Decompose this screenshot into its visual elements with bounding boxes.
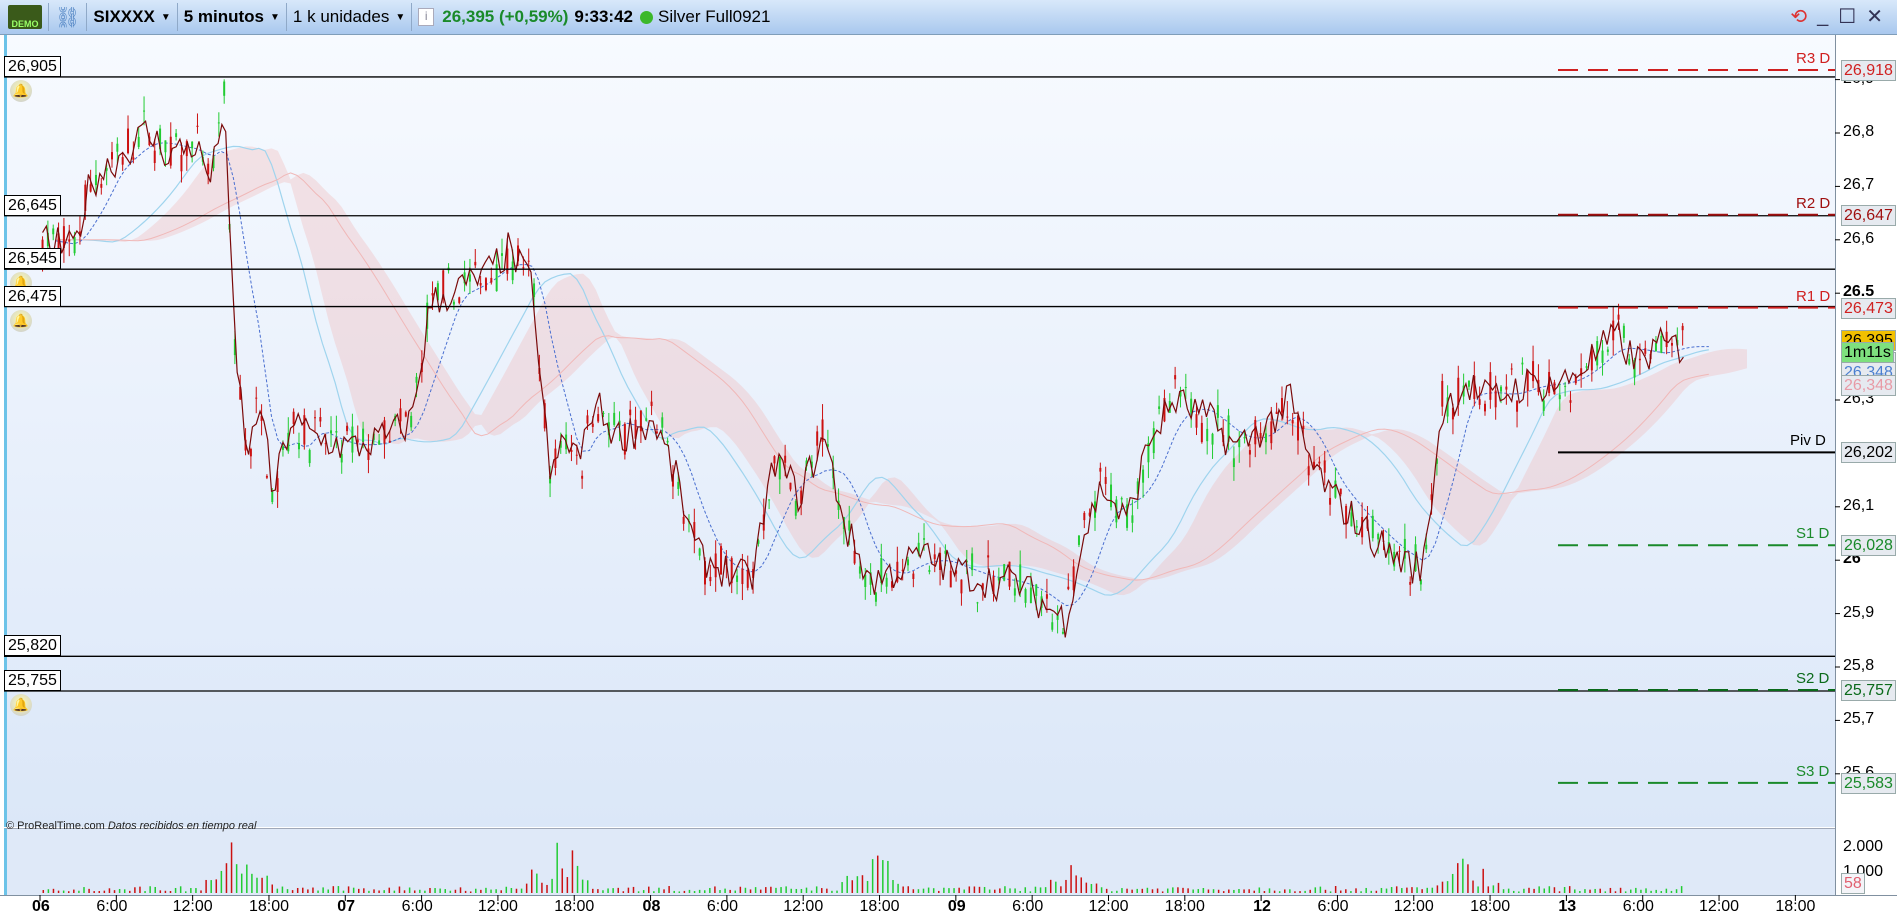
pivot-price-tag: 25,583 — [1841, 772, 1896, 794]
time-label: 18:00 — [1775, 898, 1816, 915]
time-label: 12:00 — [172, 898, 213, 915]
chart[interactable]: 26,905 🔔 26,645 26,545 🔔 26,475 🔔 25,820 25,755 🔔… — [0, 35, 1897, 920]
time-label: 12:00 — [1088, 898, 1129, 915]
units-selector[interactable]: 1 k unidades ▼ — [293, 7, 405, 27]
time-label: 18:00 — [1470, 898, 1511, 915]
pivot-label: R2 D — [1796, 194, 1831, 212]
volume-last-tag: 58 — [1841, 873, 1865, 894]
bell-icon[interactable]: 🔔 — [10, 79, 32, 102]
axis-tick-label: 25,7 — [1843, 710, 1875, 728]
volume-tick-label: 2.000 — [1843, 838, 1884, 855]
bell-icon[interactable]: 🔔 — [10, 694, 32, 717]
status-dot-icon — [640, 10, 654, 24]
pivot-price-tag: 26,202 — [1841, 442, 1896, 464]
time-label: 18:00 — [554, 898, 595, 915]
data-status: Datos recibidos en tiempo real — [107, 820, 257, 832]
pivot-label: S3 D — [1796, 762, 1830, 780]
time-label: 12:00 — [1699, 898, 1740, 915]
alert-level-label[interactable]: 25,820 — [4, 635, 61, 657]
pivot-price-tag: 26,647 — [1841, 204, 1896, 226]
time-label: 09 — [947, 898, 966, 915]
units-label: 1 k unidades — [292, 7, 390, 26]
pivot-label: R1 D — [1796, 287, 1831, 305]
pivot-label: S2 D — [1796, 669, 1830, 687]
axis-tick-label: 26,1 — [1843, 496, 1875, 514]
alert-level-label[interactable]: 26,545 — [4, 248, 61, 270]
axis-tick-label: 26,8 — [1843, 123, 1875, 140]
chevron-down-icon: ▼ — [270, 11, 280, 23]
time-label: 13 — [1558, 898, 1577, 915]
alert-level-label[interactable]: 26,645 — [4, 194, 61, 216]
time-label: 12 — [1253, 898, 1271, 915]
clock: 9:33:42 — [574, 7, 634, 26]
countdown-tag: 1m11s — [1841, 341, 1894, 363]
pivot-price-tag: 26,028 — [1841, 535, 1896, 557]
timeframe-label: 5 minutos — [183, 7, 265, 26]
footer: © ProRealTime.com Datos recibidos en tie… — [6, 820, 256, 832]
time-label: 06 — [32, 898, 50, 915]
demo-icon: DEMO — [8, 5, 42, 29]
chart-labels: 26,905 🔔 26,645 26,545 🔔 26,475 🔔 25,820 25,755 🔔… — [0, 35, 1897, 920]
maximize-button[interactable]: ☐ — [1838, 4, 1856, 29]
instrument-label: SIXXXX — [93, 7, 155, 26]
time-label: 6:00 — [401, 898, 433, 915]
chevron-down-icon: ▼ — [160, 11, 171, 23]
instrument-selector[interactable]: SIXXXX ▼ — [93, 7, 170, 27]
refresh-icon[interactable]: ⟲ — [1790, 4, 1807, 29]
timeframe-selector[interactable]: 5 minutos ▼ — [184, 7, 280, 27]
bell-icon[interactable]: 🔔 — [10, 309, 32, 332]
time-label: 12:00 — [1393, 898, 1434, 915]
alert-level-label[interactable]: 25,755 — [4, 670, 61, 692]
time-label: 18:00 — [248, 898, 289, 915]
axis-tick-label: 26,7 — [1843, 176, 1875, 194]
time-label: 6:00 — [1622, 898, 1654, 915]
time-label: 18:00 — [1164, 898, 1205, 915]
account-label: Silver Full0921 — [658, 7, 771, 26]
copyright: © ProRealTime.com — [6, 820, 105, 832]
axis-tick-label: 25,9 — [1843, 603, 1875, 621]
time-label: 12:00 — [477, 898, 518, 915]
axis-tick-label: 25,8 — [1843, 657, 1875, 674]
pivot-label: Piv D — [1790, 432, 1826, 450]
pivot-label: S1 D — [1796, 525, 1830, 543]
close-button[interactable]: ✕ — [1866, 4, 1883, 29]
link-icon[interactable]: ⛓ — [55, 5, 80, 30]
time-label: 6:00 — [96, 898, 128, 915]
alert-level-label[interactable]: 26,475 — [4, 285, 61, 307]
time-label: 6:00 — [706, 898, 739, 915]
pivot-label: R3 D — [1796, 49, 1831, 67]
time-label: 08 — [642, 898, 661, 915]
time-label: 07 — [337, 898, 356, 915]
pivot-price-tag: 26,918 — [1841, 59, 1896, 81]
alert-level-label[interactable]: 26,905 — [4, 55, 61, 77]
last-price: 26,395 (+0,59%) — [442, 7, 569, 26]
toolbar: DEMO ⛓ SIXXXX ▼ 5 minutos ▼ 1 k unidades ▼ … — [0, 0, 1897, 35]
axis-tick-label: 26,6 — [1843, 229, 1875, 247]
minimize-button[interactable]: _ — [1817, 5, 1828, 28]
time-label: 6:00 — [1317, 898, 1349, 915]
pivot-price-tag: 25,757 — [1841, 679, 1896, 701]
info-icon[interactable]: i — [418, 8, 435, 26]
time-label: 18:00 — [859, 898, 900, 915]
time-label: 12:00 — [783, 898, 824, 915]
chevron-down-icon: ▼ — [395, 11, 406, 23]
time-label: 6:00 — [1012, 898, 1044, 915]
pivot-price-tag: 26,473 — [1841, 297, 1896, 319]
ich3-tag: 26,348 — [1841, 375, 1896, 397]
